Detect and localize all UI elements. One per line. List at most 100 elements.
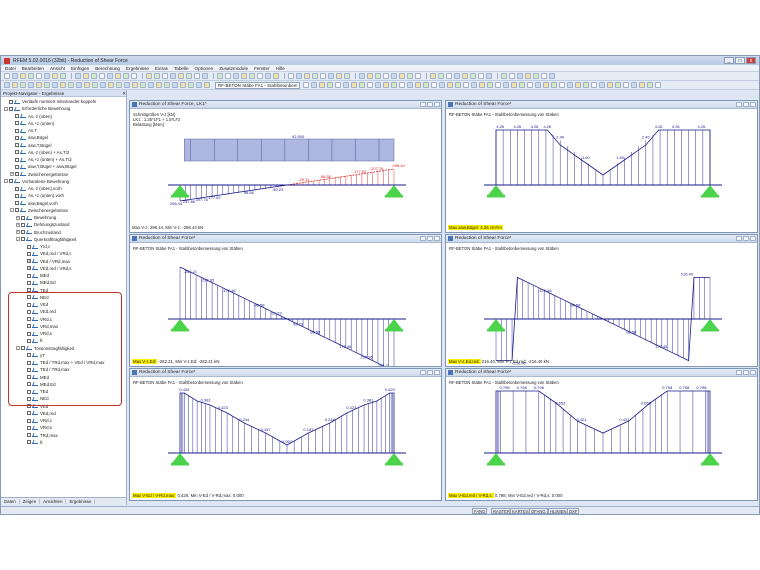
checkbox[interactable] xyxy=(27,411,31,416)
expand-toggle-icon[interactable] xyxy=(10,194,14,198)
tree-item[interactable]: + Bewehrung xyxy=(1,214,126,221)
toolbar-button-icon[interactable] xyxy=(44,82,50,88)
toolbar-button-icon[interactable] xyxy=(154,73,160,79)
expand-toggle-icon[interactable]: - xyxy=(10,208,14,213)
toolbar-button-icon[interactable] xyxy=(655,82,662,88)
checkbox[interactable] xyxy=(27,433,31,438)
toolbar-button-icon[interactable] xyxy=(20,73,26,79)
expand-toggle-icon[interactable] xyxy=(22,259,26,263)
tree-item[interactable]: VRd,s xyxy=(1,424,126,431)
pane-maximize-button[interactable] xyxy=(427,102,433,107)
toolbar-button-icon[interactable] xyxy=(178,73,184,79)
pane-maximize-button[interactable] xyxy=(743,236,749,241)
pane-maximize-button[interactable] xyxy=(743,102,749,107)
toolbar-button-icon[interactable] xyxy=(631,82,638,88)
toolbar-button-icon[interactable] xyxy=(375,73,381,79)
toolbar-button-icon[interactable] xyxy=(249,73,255,79)
toolbar-button-icon[interactable] xyxy=(12,73,18,79)
tree-item[interactable]: - Vorhandene Bewehrung xyxy=(1,178,126,185)
expand-toggle-icon[interactable] xyxy=(22,419,26,423)
expand-toggle-icon[interactable] xyxy=(22,274,26,278)
checkbox[interactable] xyxy=(15,121,19,126)
toolbar-button-icon[interactable] xyxy=(194,73,200,79)
expand-toggle-icon[interactable] xyxy=(4,100,8,104)
navigator-tab[interactable]: Zeigen xyxy=(20,499,41,504)
expand-toggle-icon[interactable] xyxy=(10,136,14,140)
menu-item[interactable]: Fenster xyxy=(254,66,270,71)
tree-item[interactable]: asw,T,Bügel + asw,Bügel xyxy=(1,163,126,170)
toolbar-button-icon[interactable] xyxy=(172,82,178,88)
checkbox[interactable] xyxy=(27,418,31,423)
toolbar-button-icon[interactable] xyxy=(75,73,81,79)
toolbar-button-icon[interactable] xyxy=(241,73,247,79)
toolbar-button-icon[interactable] xyxy=(647,82,654,88)
toolbar-button-icon[interactable] xyxy=(462,73,468,79)
pane-maximize-button[interactable] xyxy=(427,370,433,375)
expand-toggle-icon[interactable]: + xyxy=(16,215,20,220)
menu-item[interactable]: Ansicht xyxy=(50,66,65,71)
toolbar-button-icon[interactable] xyxy=(83,73,89,79)
toolbar-button-icon[interactable] xyxy=(559,82,566,88)
expand-toggle-icon[interactable] xyxy=(10,187,14,191)
toolbar-button-icon[interactable] xyxy=(447,82,454,88)
status-toggle[interactable]: FANG xyxy=(472,508,488,514)
toolbar-button-icon[interactable] xyxy=(115,73,121,79)
toolbar-button-icon[interactable] xyxy=(60,73,66,79)
pane-minimize-button[interactable] xyxy=(736,102,742,107)
checkbox[interactable] xyxy=(27,251,31,256)
toolbar-button-icon[interactable] xyxy=(391,82,398,88)
tree-item[interactable]: VEd,red / VRd,c xyxy=(1,250,126,257)
pane-minimize-button[interactable] xyxy=(420,236,426,241)
expand-toggle-icon[interactable] xyxy=(10,114,14,118)
toolbar-button-icon[interactable] xyxy=(108,82,114,88)
toolbar-button-icon[interactable] xyxy=(327,82,334,88)
tree-item[interactable]: asw,T,Bügel xyxy=(1,142,126,149)
pane-maximize-button[interactable] xyxy=(743,370,749,375)
menu-item[interactable]: Zusatzmodule xyxy=(219,66,248,71)
toolbar-button-icon[interactable] xyxy=(92,82,98,88)
toolbar-button-icon[interactable] xyxy=(146,73,152,79)
toolbar-button-icon[interactable] xyxy=(52,73,58,79)
toolbar-button-icon[interactable] xyxy=(501,73,507,79)
toolbar-button-icon[interactable] xyxy=(478,73,484,79)
status-toggle[interactable]: KARTES xyxy=(510,508,531,514)
checkbox[interactable] xyxy=(21,237,25,242)
checkbox[interactable] xyxy=(15,135,19,140)
close-button[interactable]: x xyxy=(746,57,756,64)
toolbar-button-icon[interactable] xyxy=(180,82,186,88)
toolbar-button-icon[interactable] xyxy=(446,73,452,79)
expand-toggle-icon[interactable]: + xyxy=(10,172,14,177)
menu-item[interactable]: Bearbeiten xyxy=(22,66,44,71)
toolbar-button-icon[interactable] xyxy=(124,82,130,88)
toolbar-button-icon[interactable] xyxy=(225,73,231,79)
tree-item[interactable]: As,-z (oben) + As,T/2 xyxy=(1,149,126,156)
toolbar-button-icon[interactable] xyxy=(100,82,106,88)
toolbar-button-icon[interactable] xyxy=(415,82,422,88)
toolbar-button-icon[interactable] xyxy=(423,82,430,88)
minimize-button[interactable]: _ xyxy=(724,57,734,64)
toolbar-button-icon[interactable] xyxy=(20,82,26,88)
toolbar-button-icon[interactable] xyxy=(202,73,208,79)
checkbox[interactable] xyxy=(15,186,19,191)
tree-item[interactable]: TRd,max xyxy=(1,432,126,439)
toolbar-button-icon[interactable] xyxy=(549,73,555,79)
toolbar-button-icon[interactable] xyxy=(463,82,470,88)
toolbar-button-icon[interactable] xyxy=(319,82,326,88)
menu-item[interactable]: Einfügen xyxy=(71,66,89,71)
toolbar-button-icon[interactable] xyxy=(454,73,460,79)
toolbar-button-icon[interactable] xyxy=(257,73,263,79)
result-view-pane[interactable]: Reduction of Shear Force* -282.21 -237.95-… xyxy=(129,234,442,367)
toolbar-button-icon[interactable] xyxy=(288,73,294,79)
result-view-pane[interactable]: Reduction of Shear Force* -216.40 -177.46-… xyxy=(445,234,758,367)
toolbar-button-icon[interactable] xyxy=(383,73,389,79)
toolbar-button-icon[interactable] xyxy=(84,82,90,88)
expand-toggle-icon[interactable] xyxy=(22,426,26,430)
toolbar-button-icon[interactable] xyxy=(519,82,526,88)
checkbox[interactable] xyxy=(27,244,31,249)
checkbox[interactable] xyxy=(15,150,19,155)
toolbar-button-icon[interactable] xyxy=(430,73,436,79)
expand-toggle-icon[interactable] xyxy=(10,158,14,162)
toolbar-button-icon[interactable] xyxy=(44,73,50,79)
toolbar-button-icon[interactable] xyxy=(509,73,515,79)
toolbar-button-icon[interactable] xyxy=(336,73,342,79)
